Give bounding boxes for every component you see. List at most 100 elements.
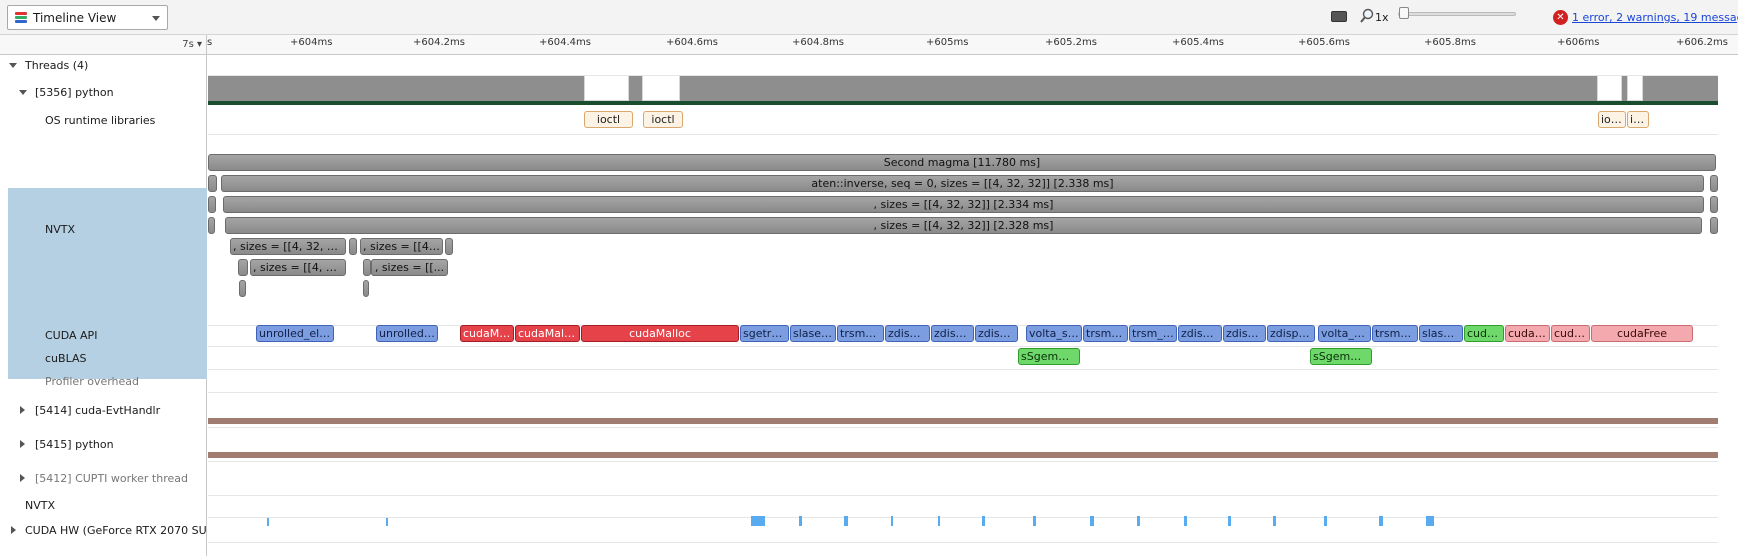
- time-unit-label: 7s ▾: [182, 39, 202, 50]
- nvtx-range-bar[interactable]: Second magma [11.780 ms]: [208, 154, 1716, 171]
- cuda-api-bar[interactable]: volta_s...: [1318, 325, 1371, 342]
- tree-row-cuda-api[interactable]: CUDA API: [0, 327, 207, 345]
- cublas-bar[interactable]: sSgemmB...: [1310, 348, 1372, 365]
- gpu-activity-mark[interactable]: [1184, 516, 1187, 526]
- nvtx-range-bar[interactable]: [1710, 217, 1718, 234]
- expand-arrow-icon[interactable]: [19, 90, 27, 95]
- cuda-api-bar[interactable]: unrolled_ele...: [256, 325, 334, 342]
- tree-row-cuda-hw[interactable]: CUDA HW (GeForce RTX 2070 SUPER: [0, 522, 207, 540]
- gpu-activity-mark[interactable]: [1273, 516, 1276, 526]
- time-ruler[interactable]: 7s ▾ s +604ms +604.2ms +604.4ms +604.6ms…: [0, 35, 1738, 55]
- gpu-activity-mark[interactable]: [1324, 516, 1327, 526]
- gpu-activity-mark[interactable]: [1228, 516, 1231, 526]
- cuda-api-bar[interactable]: cudaMal...: [460, 325, 514, 342]
- nvtx-range-bar[interactable]: [349, 238, 357, 255]
- cuda-api-bar[interactable]: volta_sg...: [1026, 325, 1082, 342]
- cuda-api-bar[interactable]: sgetrf_...: [740, 325, 789, 342]
- nvtx-range-bar[interactable]: , sizes = [[4, 32, 32...: [230, 238, 346, 255]
- cuda-api-bar[interactable]: zdispl...: [1223, 325, 1266, 342]
- cuda-api-bar[interactable]: cuda...: [1464, 325, 1504, 342]
- cuda-api-bar[interactable]: zdispl...: [1178, 325, 1222, 342]
- tree-row-python-5356[interactable]: [5356] python: [0, 84, 207, 102]
- cuda-api-bar[interactable]: zdispla...: [1267, 325, 1315, 342]
- nvtx-range-bar[interactable]: , sizes = [[4, 32...: [250, 259, 346, 276]
- nvtx-range-bar[interactable]: aten::inverse, seq = 0, sizes = [[4, 32,…: [221, 175, 1704, 192]
- expand-arrow-icon[interactable]: [9, 63, 17, 68]
- tree-row-os-runtime[interactable]: OS runtime libraries: [0, 112, 207, 130]
- tree-row-python-5415[interactable]: [5415] python: [0, 436, 207, 454]
- tree-row-cupti-5412[interactable]: [5412] CUPTI worker thread: [0, 470, 207, 488]
- os-runtime-bar[interactable]: ioctl: [1598, 111, 1626, 128]
- cuda-api-bar[interactable]: trsm_t...: [1372, 325, 1418, 342]
- cuda-api-bar[interactable]: cudaMalloc: [515, 325, 580, 342]
- os-runtime-bar[interactable]: ioctl: [643, 111, 683, 128]
- row-separator: [208, 369, 1718, 370]
- tree-row-profiler-overhead[interactable]: Profiler overhead: [0, 373, 207, 391]
- timeline-area[interactable]: ioctl ioctl ioctl io... Second magma [11…: [208, 55, 1718, 556]
- nvtx-range-bar[interactable]: [363, 259, 371, 276]
- collapsed-arrow-icon[interactable]: [20, 406, 25, 414]
- collapsed-arrow-icon[interactable]: [11, 526, 16, 534]
- nvtx-range-bar[interactable]: , sizes = [[4, 32, 32]] [2.328 ms]: [225, 217, 1702, 234]
- cuda-api-bar[interactable]: trsm_t...: [1083, 325, 1128, 342]
- cuda-api-bar[interactable]: cudaF...: [1505, 325, 1550, 342]
- cuda-api-bar[interactable]: trsm_t...: [1129, 325, 1177, 342]
- nvtx-range-bar[interactable]: [363, 280, 369, 297]
- gpu-activity-mark[interactable]: [1379, 516, 1383, 526]
- gpu-activity-mark[interactable]: [982, 516, 985, 526]
- zoom-slider-track[interactable]: [1398, 12, 1516, 16]
- gpu-activity-mark[interactable]: [844, 516, 848, 526]
- nvtx-range-bar[interactable]: , sizes = [[4, 32, 32]] [2.334 ms]: [223, 196, 1704, 213]
- collapsed-arrow-icon[interactable]: [20, 474, 25, 482]
- nvtx-range-bar[interactable]: [1710, 196, 1718, 213]
- nvtx-range-bar[interactable]: [208, 217, 215, 234]
- messages-link[interactable]: 1 error, 2 warnings, 19 messages: [1572, 11, 1738, 24]
- gpu-activity-mark[interactable]: [799, 516, 802, 526]
- thread-summary-bar[interactable]: [208, 452, 1718, 458]
- cuda-api-bar[interactable]: slasw...: [1419, 325, 1463, 342]
- cuda-api-bar[interactable]: zdispl...: [975, 325, 1018, 342]
- cuda-api-bar[interactable]: slaset...: [790, 325, 836, 342]
- gpu-activity-mark[interactable]: [1426, 516, 1434, 526]
- os-runtime-bar[interactable]: ioctl: [584, 111, 633, 128]
- cuda-api-bar[interactable]: zdispla...: [885, 325, 930, 342]
- gpu-activity-mark[interactable]: [1137, 516, 1140, 526]
- nvtx-range-bar[interactable]: [445, 238, 453, 255]
- tree-row-nvtx[interactable]: NVTX: [8, 221, 207, 239]
- gpu-activity-mark[interactable]: [386, 518, 388, 526]
- collapsed-arrow-icon[interactable]: [20, 440, 25, 448]
- cublas-bar[interactable]: sSgemmB...: [1018, 348, 1080, 365]
- nvtx-range-bar[interactable]: , sizes = [[4, ...: [360, 238, 443, 255]
- gpu-activity-mark[interactable]: [751, 516, 765, 526]
- keyboard-icon[interactable]: [1331, 11, 1347, 22]
- cuda-api-bar[interactable]: unrolled_...: [376, 325, 438, 342]
- gpu-activity-mark[interactable]: [938, 516, 940, 526]
- tree-row-nvtx-2[interactable]: NVTX: [0, 497, 207, 515]
- thread-activity-band[interactable]: [208, 76, 1718, 102]
- cuda-api-bar[interactable]: cudaMalloc: [581, 325, 739, 342]
- nvtx-range-bar[interactable]: [1710, 175, 1718, 192]
- zoom-icon[interactable]: [1360, 8, 1374, 24]
- cuda-api-bar[interactable]: trsm_t...: [837, 325, 884, 342]
- nvtx-range-bar[interactable]: [239, 280, 246, 297]
- nvtx-range-bar[interactable]: [208, 175, 217, 192]
- zoom-slider-thumb[interactable]: [1399, 7, 1409, 19]
- gpu-activity-mark[interactable]: [1033, 516, 1036, 526]
- view-selector-dropdown[interactable]: Timeline View: [7, 5, 168, 30]
- nvtx-range-bar[interactable]: , sizes = [[...: [371, 259, 448, 276]
- gpu-activity-mark[interactable]: [267, 518, 269, 526]
- gpu-activity-mark[interactable]: [891, 516, 893, 526]
- cuda-api-bar[interactable]: cuda...: [1551, 325, 1590, 342]
- cuda-api-bar[interactable]: cudaFree: [1591, 325, 1693, 342]
- gpu-activity-mark[interactable]: [1090, 516, 1094, 526]
- cuda-api-bar[interactable]: zdispl...: [931, 325, 974, 342]
- tree-row-threads[interactable]: Threads (4): [0, 57, 207, 75]
- nvtx-range-bar[interactable]: [238, 259, 248, 276]
- thread-summary-bar[interactable]: [208, 418, 1718, 424]
- tree-row-cublas[interactable]: cuBLAS: [0, 350, 207, 368]
- os-runtime-bar[interactable]: io...: [1627, 111, 1649, 128]
- tree-row-evthandlr-5414[interactable]: [5414] cuda-EvtHandlr: [0, 402, 207, 420]
- time-unit-selector[interactable]: 7s ▾: [0, 35, 207, 55]
- ruler-tick: +605.4ms: [1172, 37, 1224, 48]
- nvtx-range-bar[interactable]: [208, 196, 216, 213]
